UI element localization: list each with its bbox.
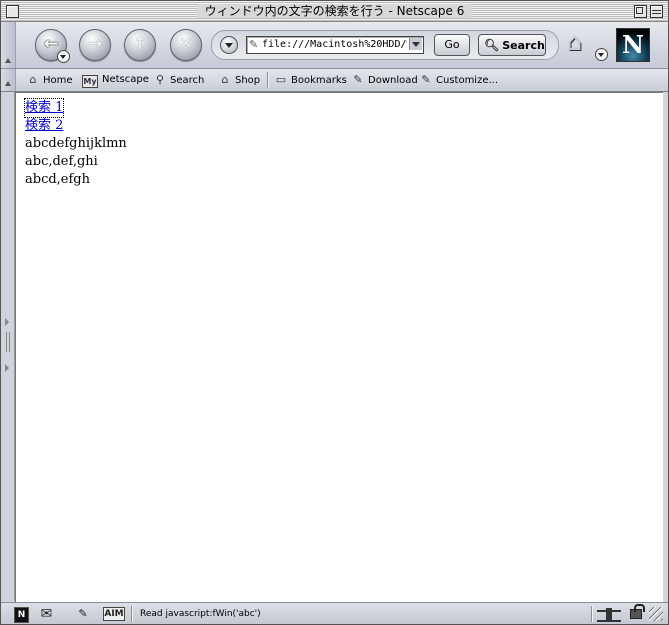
composer-icon[interactable]: ✎: [73, 607, 93, 621]
url-text: file:///Macintosh%20HDD/%9: [262, 39, 407, 50]
shop-icon: ⌂: [221, 73, 229, 86]
browser-window: ウィンドウ内の文字の検索を行う - Netscape 6 ← → ↑ ✕ ✎ f…: [0, 0, 669, 625]
collapse-box[interactable]: [650, 5, 663, 18]
window-title: ウィンドウ内の文字の検索を行う - Netscape 6: [1, 4, 668, 18]
search-icon: ⚲: [155, 73, 165, 86]
folder-icon: ▭: [275, 73, 287, 86]
status-separator: [131, 606, 133, 622]
search-link-1[interactable]: 検索 1: [23, 98, 65, 118]
my-netscape-icon: My: [82, 75, 98, 88]
status-separator: [591, 606, 593, 622]
document-body: 検索 1 検索 2 abcdefghijklmn abc,def,ghi abc…: [23, 98, 127, 189]
url-history-button[interactable]: [220, 36, 238, 54]
netscape-logo[interactable]: N: [616, 28, 650, 62]
url-dropdown-arrow[interactable]: [409, 38, 422, 50]
url-input[interactable]: ✎ file:///Macintosh%20HDD/%9: [246, 36, 424, 54]
search-button[interactable]: 🔍︎ Search: [478, 34, 546, 56]
navigator-icon[interactable]: N: [14, 607, 29, 623]
status-bar: N ✉ ✎ AIM Read javascript:fWin('abc'): [1, 602, 668, 624]
shop-button[interactable]: ⌂ Shop: [218, 72, 261, 88]
throbber-dropdown[interactable]: [595, 48, 608, 61]
reload-icon: ↑: [132, 34, 148, 54]
window-resize-grip[interactable]: [649, 607, 663, 621]
sidebar-grip[interactable]: [1, 92, 15, 601]
title-bar[interactable]: ウィンドウ内の文字の検索を行う - Netscape 6: [1, 1, 668, 22]
forward-arrow-icon: →: [87, 34, 103, 54]
navigation-toolbar: ← → ↑ ✕ ✎ file:///Macintosh%20HDD/%9 Go …: [1, 22, 668, 69]
home-button[interactable]: ⌂ Home: [26, 72, 73, 88]
personal-toolbar-grip[interactable]: [1, 69, 16, 91]
sidebar-open-arrow-icon: [5, 364, 9, 372]
page-proxy-icon[interactable]: ✎: [249, 38, 258, 51]
back-button[interactable]: ←: [35, 29, 70, 63]
search-toolbar-button[interactable]: ⚲ Search: [153, 72, 204, 88]
back-history-dropdown[interactable]: [57, 50, 70, 63]
toolbar-separator: [267, 72, 269, 88]
zoom-box[interactable]: [634, 5, 647, 18]
magnifier-icon: 🔍︎: [484, 38, 500, 52]
personal-toolbar: ⌂ Home My Netscape ⚲ Search ⌂ Shop ▭ Bookmark…: [1, 69, 668, 92]
bookmark-tag-icon: ✎: [421, 73, 431, 86]
stop-icon: ✕: [178, 34, 194, 54]
forward-button[interactable]: →: [79, 29, 111, 61]
url-bar-area: ✎ file:///Macintosh%20HDD/%9 Go 🔍︎ Search: [211, 30, 559, 60]
throbber[interactable]: ⌂: [563, 26, 609, 64]
mail-icon[interactable]: ✉: [38, 607, 55, 621]
download-bookmark[interactable]: ✎ Download: [351, 72, 417, 88]
bookmarks-button[interactable]: ▭ Bookmarks: [274, 72, 347, 88]
stop-button[interactable]: ✕: [170, 29, 202, 61]
aim-icon[interactable]: AIM: [103, 607, 125, 621]
go-button[interactable]: Go: [434, 34, 470, 56]
text-line: abcdefghijklmn: [25, 136, 127, 151]
status-text: Read javascript:fWin('abc'): [140, 609, 261, 619]
bookmark-tag-icon: ✎: [353, 73, 363, 86]
search-link-2[interactable]: 検索 2: [25, 117, 63, 135]
page-content: 検索 1 検索 2 abcdefghijklmn abc,def,ghi abc…: [15, 92, 663, 602]
hat-icon: ⌂: [567, 28, 583, 56]
online-status-icon[interactable]: [597, 608, 621, 622]
my-netscape-button[interactable]: My Netscape: [82, 72, 149, 88]
reload-button[interactable]: ↑: [124, 29, 156, 61]
home-icon: ⌂: [29, 73, 37, 86]
search-button-label: Search: [502, 39, 545, 52]
security-lock-icon[interactable]: [630, 604, 645, 619]
customize-bookmark[interactable]: ✎ Customize...: [419, 72, 498, 88]
right-window-edge: [663, 92, 668, 601]
text-line: abcd,efgh: [25, 172, 91, 187]
sidebar-open-arrow-icon: [5, 318, 9, 326]
sidebar-grip-handle: [6, 332, 10, 352]
text-line: abc,def,ghi: [25, 154, 98, 169]
navigation-toolbar-grip[interactable]: [1, 22, 16, 68]
